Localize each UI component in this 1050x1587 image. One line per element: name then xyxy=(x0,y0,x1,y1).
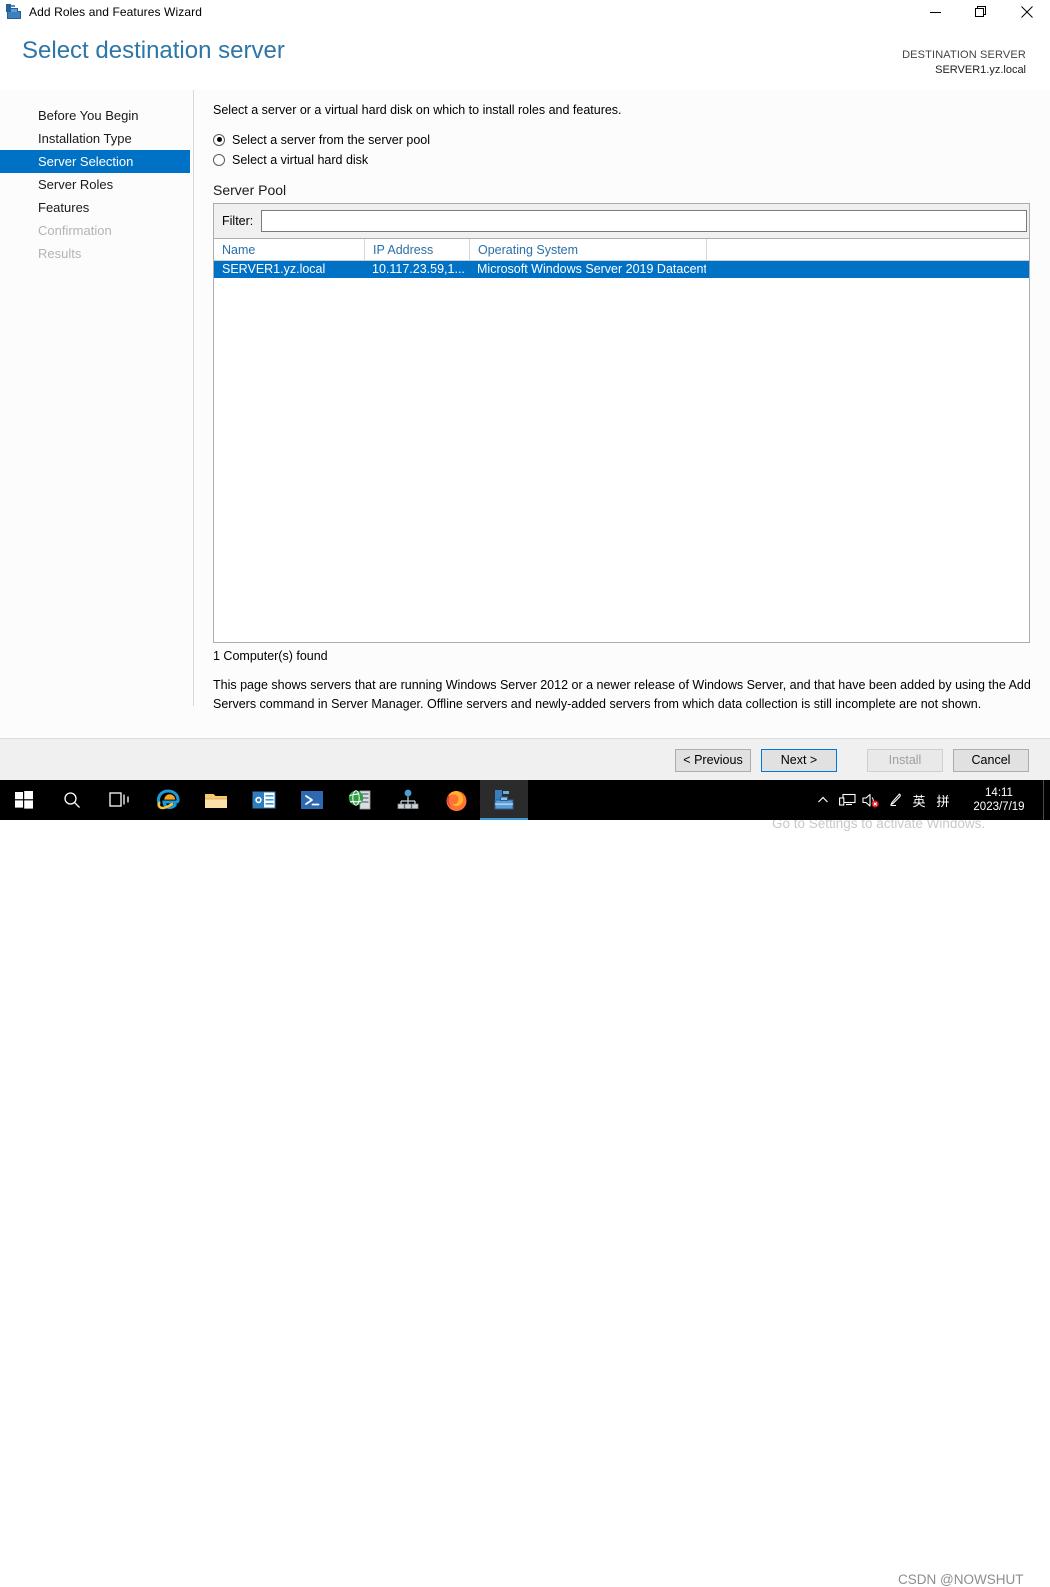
mail-icon xyxy=(252,791,276,809)
folder-icon xyxy=(205,794,227,808)
ime-pinyin-icon[interactable]: 拼 xyxy=(931,780,955,820)
system-tray: 英 拼 14:11 2023/7/19 xyxy=(811,780,1050,820)
ime-language-icon[interactable]: 英 xyxy=(907,780,931,820)
pen-icon[interactable] xyxy=(883,780,907,820)
title-bar: Add Roles and Features Wizard xyxy=(0,0,1050,24)
start-button[interactable] xyxy=(0,780,48,820)
wizard-toolbox-icon xyxy=(6,4,22,20)
internet-explorer-button[interactable] xyxy=(144,780,192,820)
clock-time: 14:11 xyxy=(985,786,1013,799)
radio-server-pool-icon[interactable] xyxy=(213,133,225,146)
volume-mute-icon xyxy=(862,793,879,807)
close-button[interactable] xyxy=(1004,0,1050,24)
task-view-icon xyxy=(109,792,129,807)
table-row[interactable]: SERVER1.yz.local 10.117.23.59,1... Micro… xyxy=(214,261,1029,278)
powershell-icon xyxy=(301,791,323,809)
wizard-body: Before You Begin Installation Type Serve… xyxy=(0,90,1050,831)
firefox-button[interactable] xyxy=(432,780,480,820)
windows-logo-icon xyxy=(15,791,33,809)
column-header-name[interactable]: Name xyxy=(214,239,364,261)
powershell-button[interactable] xyxy=(288,780,336,820)
filter-label: Filter: xyxy=(222,214,254,228)
add-roles-wizard-taskbar-button[interactable] xyxy=(480,780,528,820)
network-icon xyxy=(838,793,856,806)
add-roles-and-features-wizard-window: Add Roles and Features Wizard Select des… xyxy=(0,0,1050,831)
page-title: Select destination server xyxy=(22,37,285,64)
sidebar-item-results: Results xyxy=(38,246,82,261)
show-hidden-icons-button[interactable] xyxy=(811,780,835,820)
sidebar-item-features[interactable]: Features xyxy=(0,196,190,219)
filter-input[interactable] xyxy=(261,210,1028,232)
column-header-extra[interactable] xyxy=(706,238,1029,261)
sidebar-item-server-roles[interactable]: Server Roles xyxy=(0,173,190,196)
radio-server-pool-label: Select a server from the server pool xyxy=(232,132,430,147)
maximize-restore-button[interactable] xyxy=(958,0,1004,24)
column-header-operating-system[interactable]: Operating System xyxy=(469,238,706,261)
destination-server-info: DESTINATION SERVER SERVER1.yz.local xyxy=(902,48,1026,78)
radio-option-virtual-hard-disk[interactable]: Select a virtual hard disk xyxy=(213,150,1030,169)
wizard-toolbox-icon xyxy=(494,790,514,810)
clock-date: 2023/7/19 xyxy=(973,801,1025,813)
clock[interactable]: 14:11 2023/7/19 xyxy=(955,780,1043,820)
server-pool-panel: Filter: Name IP Address Operating System… xyxy=(213,203,1030,643)
sidebar-item-before-you-begin[interactable]: Before You Begin xyxy=(0,104,190,127)
server-pool-heading: Server Pool xyxy=(213,182,287,198)
taskbar-icons xyxy=(0,780,528,820)
install-button: Install xyxy=(867,749,943,772)
sidebar-item-server-selection[interactable]: Server Selection xyxy=(0,150,190,173)
column-header-ip-address[interactable]: IP Address xyxy=(364,238,469,261)
network-icon xyxy=(397,789,419,809)
server-manager-button[interactable] xyxy=(336,780,384,820)
previous-button[interactable]: < Previous xyxy=(675,749,751,772)
network-tray-icon[interactable] xyxy=(835,780,859,820)
task-view-button[interactable] xyxy=(96,780,144,820)
window-controls xyxy=(912,0,1050,24)
sidebar-item-confirmation: Confirmation xyxy=(38,223,112,238)
windows-taskbar: 英 拼 14:11 2023/7/19 CSDN @NOWSHUT xyxy=(0,780,1050,1587)
server-globe-icon xyxy=(348,790,371,810)
radio-virtual-hard-disk-label: Select a virtual hard disk xyxy=(232,152,369,167)
cell-name: SERVER1.yz.local xyxy=(222,262,326,276)
show-desktop-button[interactable] xyxy=(1043,780,1050,820)
wizard-footer: < Previous Next > Install Cancel xyxy=(0,738,1050,780)
radio-virtual-hard-disk-icon[interactable] xyxy=(213,153,225,166)
footer-button-group: < Previous Next > Install Cancel xyxy=(675,749,1029,772)
wizard-navigation: Before You Begin Installation Type Serve… xyxy=(0,104,190,265)
volume-muted-icon[interactable] xyxy=(859,780,883,820)
server-table-body: SERVER1.yz.local 10.117.23.59,1... Micro… xyxy=(214,261,1029,278)
minimize-button[interactable] xyxy=(912,0,958,24)
computers-found-count: 1 Computer(s) found xyxy=(213,649,328,663)
server-table-header: Name IP Address Operating System xyxy=(214,238,1029,261)
internet-explorer-icon xyxy=(156,789,180,810)
cancel-button[interactable]: Cancel xyxy=(953,749,1029,772)
intro-text: Select a server or a virtual hard disk o… xyxy=(213,103,622,117)
search-icon xyxy=(64,792,80,808)
sidebar-divider xyxy=(193,90,194,706)
radio-option-server-pool[interactable]: Select a server from the server pool xyxy=(213,130,1030,149)
search-button[interactable] xyxy=(48,780,96,820)
chevron-up-icon xyxy=(818,796,828,803)
source-watermark: CSDN @NOWSHUT xyxy=(898,1572,1024,1587)
destination-server-label: DESTINATION SERVER xyxy=(902,49,1026,61)
cell-ip-address: 10.117.23.59,1... xyxy=(372,262,465,276)
file-explorer-button[interactable] xyxy=(192,780,240,820)
destination-server-value: SERVER1.yz.local xyxy=(935,63,1026,76)
main-content: Select a server or a virtual hard disk o… xyxy=(213,103,1031,715)
page-header: Select destination server DESTINATION SE… xyxy=(0,24,1050,90)
network-tool-button[interactable] xyxy=(384,780,432,820)
filter-row: Filter: xyxy=(214,204,1029,239)
pen-icon xyxy=(890,793,901,806)
page-note-text: This page shows servers that are running… xyxy=(213,678,1031,712)
firefox-icon xyxy=(446,790,466,811)
window-title: Add Roles and Features Wizard xyxy=(29,5,202,19)
next-button[interactable]: Next > xyxy=(761,749,837,772)
cell-extra xyxy=(706,261,1029,278)
cell-operating-system: Microsoft Windows Server 2019 Datacenter xyxy=(477,262,706,276)
outlook-button[interactable] xyxy=(240,780,288,820)
sidebar-item-installation-type[interactable]: Installation Type xyxy=(0,127,190,150)
